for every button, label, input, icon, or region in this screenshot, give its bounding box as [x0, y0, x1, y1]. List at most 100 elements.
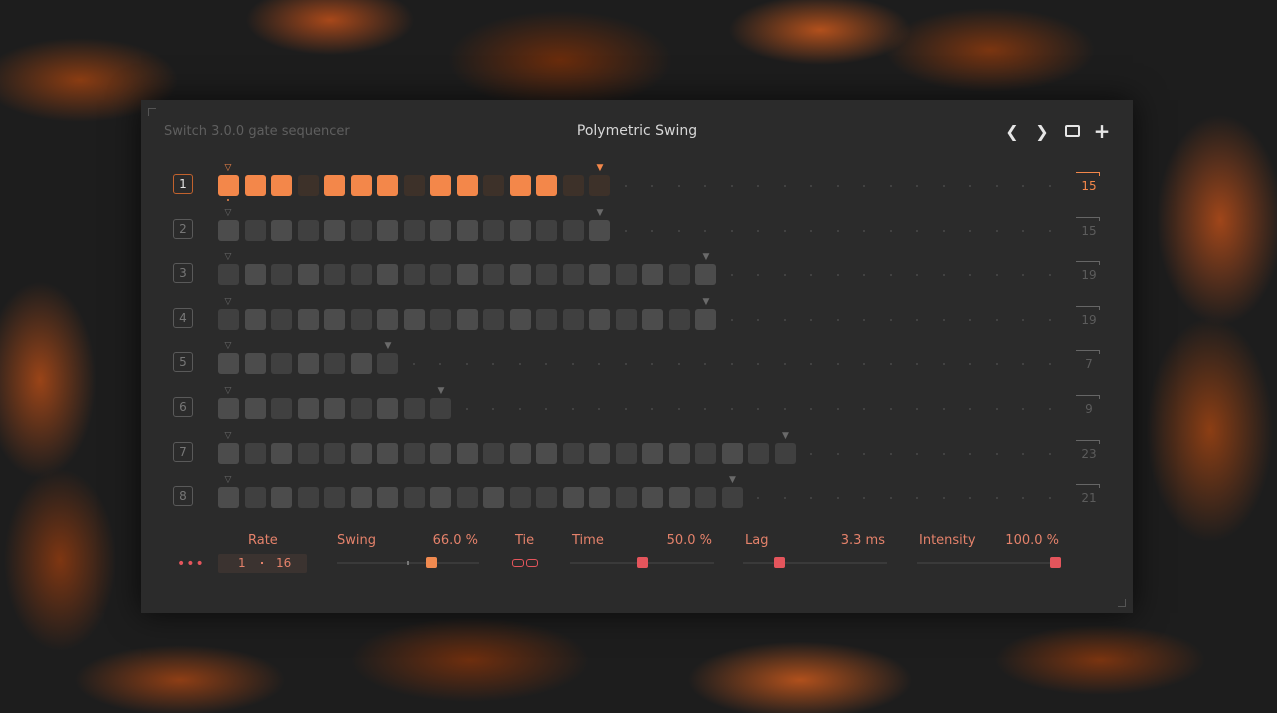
step-button[interactable]	[271, 175, 292, 196]
step-button[interactable]	[615, 442, 637, 464]
row-length-control[interactable]: 15	[1076, 216, 1100, 239]
step-button[interactable]	[350, 308, 372, 330]
step-button[interactable]	[589, 219, 610, 241]
row-number-button[interactable]: 2	[173, 218, 193, 239]
step-button[interactable]	[426, 398, 451, 419]
step-button[interactable]	[483, 264, 504, 286]
loop-end-marker[interactable]: ▼	[595, 208, 605, 217]
step-button[interactable]	[297, 264, 319, 286]
step-button[interactable]	[350, 353, 372, 375]
step-button[interactable]	[562, 487, 584, 509]
step-button[interactable]	[509, 264, 531, 286]
step-button[interactable]	[244, 487, 266, 509]
step-button[interactable]	[320, 442, 345, 464]
step-button[interactable]	[532, 442, 557, 464]
rate-denominator[interactable]: 16	[276, 556, 291, 570]
step-button[interactable]	[218, 175, 239, 196]
lag-slider-thumb[interactable]	[774, 557, 785, 568]
step-button[interactable]	[668, 487, 690, 509]
step-button[interactable]	[668, 264, 690, 286]
step-button[interactable]	[377, 264, 398, 286]
step-button[interactable]	[403, 398, 425, 419]
step-button[interactable]	[350, 175, 372, 196]
step-button[interactable]	[297, 442, 319, 464]
step-button[interactable]	[426, 219, 451, 241]
step-button[interactable]	[320, 308, 345, 330]
step-button[interactable]	[426, 264, 451, 286]
more-options-icon[interactable]: •••	[177, 556, 205, 572]
step-button[interactable]	[377, 175, 398, 196]
step-button[interactable]	[638, 264, 663, 286]
step-button[interactable]	[403, 175, 425, 196]
step-button[interactable]	[589, 308, 610, 330]
step-button[interactable]	[377, 398, 398, 419]
plus-icon[interactable]: +	[1092, 119, 1112, 143]
step-button[interactable]	[456, 175, 478, 196]
step-button[interactable]	[721, 487, 743, 509]
step-button[interactable]	[350, 398, 372, 419]
step-button[interactable]	[377, 442, 398, 464]
step-button[interactable]	[271, 398, 292, 419]
loop-end-marker[interactable]: ▼	[728, 476, 738, 485]
step-button[interactable]	[271, 353, 292, 375]
time-slider[interactable]	[570, 557, 714, 568]
step-button[interactable]	[562, 308, 584, 330]
step-button[interactable]	[350, 219, 372, 241]
step-button[interactable]	[377, 487, 398, 509]
step-button[interactable]	[532, 308, 557, 330]
step-button[interactable]	[589, 175, 610, 196]
step-button[interactable]	[244, 398, 266, 419]
step-button[interactable]	[456, 487, 478, 509]
step-button[interactable]	[456, 442, 478, 464]
row-number-button[interactable]: 4	[173, 307, 193, 328]
preset-name[interactable]: Polymetric Swing	[141, 123, 1133, 139]
step-button[interactable]	[615, 487, 637, 509]
lag-slider[interactable]	[743, 557, 887, 568]
step-button[interactable]	[426, 175, 451, 196]
step-button[interactable]	[350, 487, 372, 509]
link-icon[interactable]	[512, 559, 538, 567]
step-button[interactable]	[244, 442, 266, 464]
step-button[interactable]	[297, 175, 319, 196]
step-button[interactable]	[668, 442, 690, 464]
loop-start-marker[interactable]: ▽	[223, 208, 233, 217]
step-button[interactable]	[589, 442, 610, 464]
step-button[interactable]	[320, 264, 345, 286]
step-button[interactable]	[532, 264, 557, 286]
step-button[interactable]	[377, 353, 398, 375]
step-button[interactable]	[218, 219, 239, 241]
step-button[interactable]	[509, 442, 531, 464]
step-button[interactable]	[562, 175, 584, 196]
step-button[interactable]	[218, 353, 239, 375]
row-length-control[interactable]: 23	[1076, 439, 1100, 462]
row-length-control[interactable]: 15	[1076, 172, 1100, 194]
step-button[interactable]	[403, 442, 425, 464]
step-button[interactable]	[426, 442, 451, 464]
step-button[interactable]	[509, 487, 531, 509]
step-button[interactable]	[426, 308, 451, 330]
loop-start-marker[interactable]: ▽	[223, 164, 233, 173]
step-button[interactable]	[403, 264, 425, 286]
swing-slider[interactable]	[337, 557, 479, 568]
rate-numerator[interactable]: 1	[238, 556, 246, 570]
loop-start-marker[interactable]: ▽	[223, 476, 233, 485]
step-button[interactable]	[244, 308, 266, 330]
step-button[interactable]	[218, 487, 239, 509]
loop-start-marker[interactable]: ▽	[223, 342, 233, 351]
step-button[interactable]	[320, 175, 345, 196]
step-button[interactable]	[350, 264, 372, 286]
step-button[interactable]	[589, 264, 610, 286]
intensity-slider[interactable]	[917, 557, 1061, 568]
loop-start-marker[interactable]: ▽	[223, 431, 233, 440]
step-button[interactable]	[320, 219, 345, 241]
step-button[interactable]	[695, 442, 716, 464]
step-button[interactable]	[695, 264, 716, 286]
row-length-control[interactable]: 9	[1076, 395, 1100, 417]
step-button[interactable]	[350, 442, 372, 464]
step-button[interactable]	[297, 487, 319, 509]
step-button[interactable]	[721, 442, 743, 464]
row-number-button[interactable]: 6	[173, 397, 193, 417]
time-slider-thumb[interactable]	[637, 557, 648, 568]
resize-corner-bottom-right[interactable]	[1118, 599, 1126, 607]
step-button[interactable]	[532, 487, 557, 509]
